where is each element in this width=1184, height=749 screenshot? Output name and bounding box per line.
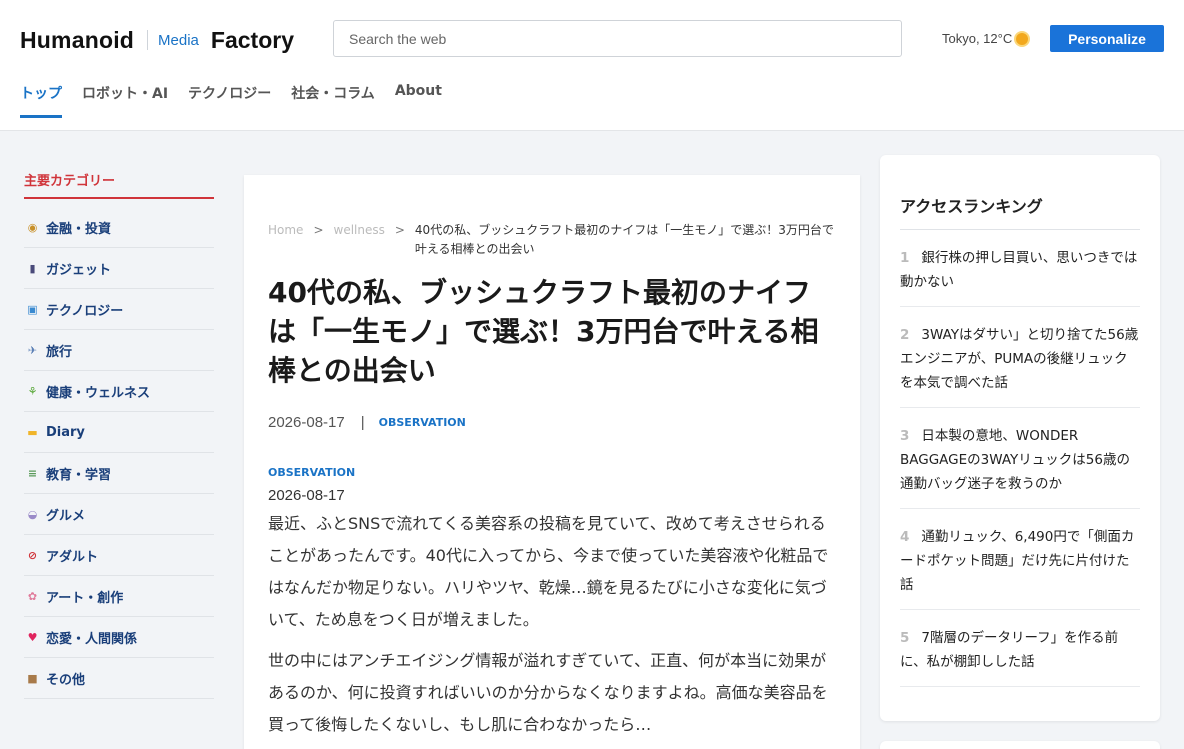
breadcrumb: Home > wellness > 40代の私、ブッシュクラフト最初のナイフは「… — [268, 221, 836, 259]
books-icon: ≡ — [27, 466, 38, 480]
logo-factory: Factory — [210, 26, 294, 53]
ranking-number: 4 — [900, 529, 910, 545]
category-label: 金融・投資 — [46, 221, 112, 237]
logo-humanoid: Humanoid — [20, 26, 135, 53]
article-date-secondary: 2026-08-17 — [268, 487, 345, 504]
category-item-adult[interactable]: ⊘ アダルト — [24, 535, 214, 576]
logo-divider — [147, 30, 149, 50]
article-date: 2026-08-17 — [268, 414, 345, 431]
breadcrumb-separator: > — [313, 223, 324, 237]
ranking-item[interactable]: 5 7階層のデータリーフ」を作る前に、私が棚卸しした話 — [900, 610, 1140, 687]
category-item-gadget[interactable]: ▮ ガジェット — [24, 248, 214, 289]
ranking-item[interactable]: 4 通勤リュック、6,490円で「側面カードポケット問題」だけ先に片付けた話 — [900, 509, 1140, 610]
heart-icon: ♥ — [27, 630, 38, 644]
ranking-title: アクセスランキング — [900, 193, 1140, 230]
article-paragraph: 世の中にはアンチエイジング情報が溢れすぎていて、正直、何が本当に効果があるのか、… — [268, 651, 828, 734]
folder-icon: ▬ — [27, 425, 38, 439]
no-under-18-icon: ⊘ — [27, 548, 38, 562]
category-sidebar: 主要カテゴリー ◉ 金融・投資 ▮ ガジェット ▣ テクノロジー ✈ 旅行 ⚘ … — [24, 170, 214, 699]
nav-tab-robot-ai[interactable]: ロボット・AI — [82, 83, 168, 118]
category-item-diary[interactable]: ▬ Diary — [24, 412, 214, 453]
ranking-number: 1 — [900, 250, 910, 266]
nav-tab-society-column[interactable]: 社会・コラム — [291, 83, 375, 118]
category-item-technology[interactable]: ▣ テクノロジー — [24, 289, 214, 330]
site-logo[interactable]: Humanoid Media Factory — [20, 26, 294, 54]
category-label: 旅行 — [46, 344, 73, 360]
search-input[interactable] — [333, 20, 902, 57]
category-label: 教育・学習 — [46, 467, 112, 483]
category-label: 健康・ウェルネス — [46, 385, 151, 401]
ranking-number: 2 — [900, 327, 910, 343]
airplane-icon: ✈ — [27, 343, 38, 357]
ranking-sidebar: アクセスランキング 1 銀行株の押し目買い、思いつきでは動かない 2 3WAYはダサ… — [880, 155, 1160, 721]
money-bag-icon: ◉ — [27, 220, 38, 234]
ranking-number: 3 — [900, 428, 910, 444]
main-nav: トップ ロボット・AI テクノロジー 社会・コラム About — [20, 83, 442, 118]
category-label: ガジェット — [46, 262, 112, 278]
palette-icon: ✿ — [27, 589, 38, 603]
ranking-text: 日本製の意地、WONDER BAGGAGEの3WAYリュックは56歳の通勤バッグ… — [900, 428, 1130, 492]
category-item-other[interactable]: ■ その他 — [24, 658, 214, 699]
category-label: グルメ — [46, 508, 86, 524]
site-header: Humanoid Media Factory Tokyo, 12°C Perso… — [0, 0, 1184, 131]
category-item-art[interactable]: ✿ アート・創作 — [24, 576, 214, 617]
weather-widget: Tokyo, 12°C — [942, 31, 1029, 46]
category-item-travel[interactable]: ✈ 旅行 — [24, 330, 214, 371]
ranking-item[interactable]: 3 日本製の意地、WONDER BAGGAGEの3WAYリュックは56歳の通勤バッ… — [900, 408, 1140, 509]
ranking-item[interactable]: 1 銀行株の押し目買い、思いつきでは動かない — [900, 230, 1140, 307]
breadcrumb-separator: > — [394, 223, 405, 237]
nav-tab-top[interactable]: トップ — [20, 83, 62, 118]
personalize-button[interactable]: Personalize — [1050, 25, 1164, 52]
article-tag-label[interactable]: OBSERVATION — [268, 466, 836, 479]
box-icon: ■ — [27, 671, 38, 685]
ranking-text: 通勤リュック、6,490円で「側面カードポケット問題」だけ先に片付けた話 — [900, 529, 1135, 593]
category-label: アダルト — [46, 549, 99, 565]
breadcrumb-current: 40代の私、ブッシュクラフト最初のナイフは「一生モノ」で選ぶ！3万円台で叶える相… — [414, 223, 834, 256]
article-title: 40代の私、ブッシュクラフト最初のナイフは「一生モノ」で選ぶ！3万円台で叶える相… — [268, 276, 819, 387]
food-icon: ◒ — [27, 507, 38, 521]
computer-icon: ▣ — [27, 302, 38, 316]
ranking-text: 7階層のデータリーフ」を作る前に、私が棚卸しした話 — [900, 630, 1119, 670]
breadcrumb-home[interactable]: Home — [268, 221, 303, 240]
nav-tab-about[interactable]: About — [395, 83, 442, 118]
category-item-education[interactable]: ≡ 教育・学習 — [24, 453, 214, 494]
sun-icon — [1016, 32, 1029, 45]
category-label: Diary — [46, 424, 85, 440]
article-body: 最近、ふとSNSで流れてくる美容系の投稿を見ていて、改めて考えさせられることがあ… — [268, 508, 836, 741]
ranking-list: 1 銀行株の押し目買い、思いつきでは動かない 2 3WAYはダサい」と切り捨てた56… — [900, 230, 1140, 687]
article-paragraph: 最近、ふとSNSで流れてくる美容系の投稿を見ていて、改めて考えさせられることがあ… — [268, 514, 829, 629]
meta-separator: | — [360, 414, 365, 431]
nav-tab-technology[interactable]: テクノロジー — [188, 83, 271, 118]
category-label: 恋愛・人間関係 — [46, 631, 138, 647]
phone-icon: ▮ — [29, 261, 36, 275]
article-meta: 2026-08-17 | OBSERVATION — [268, 414, 836, 431]
breadcrumb-category[interactable]: wellness — [334, 221, 385, 240]
category-sidebar-title: 主要カテゴリー — [24, 170, 214, 199]
category-item-gourmet[interactable]: ◒ グルメ — [24, 494, 214, 535]
category-label: アート・創作 — [46, 590, 124, 606]
ranking-text: 銀行株の押し目買い、思いつきでは動かない — [900, 250, 1138, 290]
article-card: Home > wellness > 40代の私、ブッシュクラフト最初のナイフは「… — [244, 175, 860, 749]
ranking-number: 5 — [900, 630, 910, 646]
herb-icon: ⚘ — [27, 384, 38, 398]
weather-text: Tokyo, 12°C — [942, 31, 1013, 46]
article-tag-link[interactable]: OBSERVATION — [379, 416, 466, 429]
category-item-wellness[interactable]: ⚘ 健康・ウェルネス — [24, 371, 214, 412]
category-label: その他 — [46, 672, 86, 688]
ranking-text: 3WAYはダサい」と切り捨てた56歳エンジニアが、PUMAの後継リュックを本気で… — [900, 327, 1139, 391]
secondary-sidebar-card — [880, 741, 1160, 749]
category-list: ◉ 金融・投資 ▮ ガジェット ▣ テクノロジー ✈ 旅行 ⚘ 健康・ウェルネス… — [24, 207, 214, 699]
category-item-finance[interactable]: ◉ 金融・投資 — [24, 207, 214, 248]
ranking-item[interactable]: 2 3WAYはダサい」と切り捨てた56歳エンジニアが、PUMAの後継リュックを本気… — [900, 307, 1140, 408]
logo-media: Media — [158, 31, 199, 49]
category-label: テクノロジー — [46, 303, 124, 319]
category-item-romance[interactable]: ♥ 恋愛・人間関係 — [24, 617, 214, 658]
